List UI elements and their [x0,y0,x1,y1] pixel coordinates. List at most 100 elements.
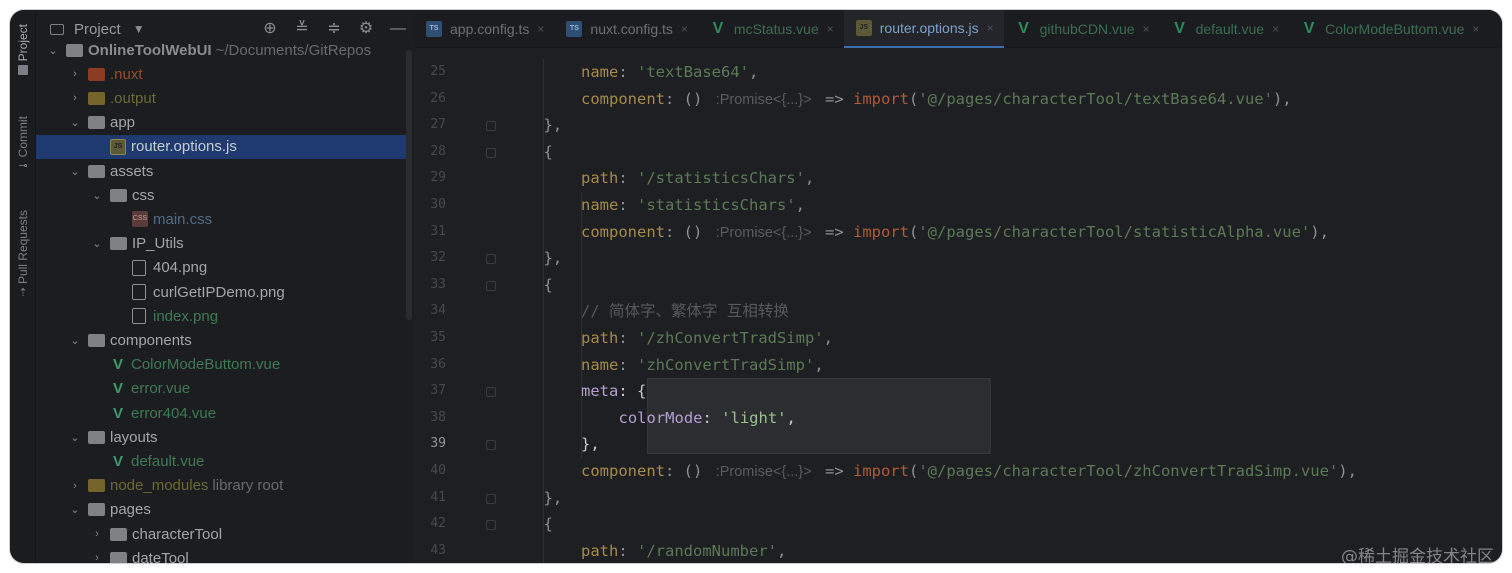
folder-icon [110,237,127,251]
editor-tab-label: mcStatus.vue [733,21,819,37]
code-token: { [543,142,553,161]
tool-tab-commit[interactable]: Commit ⊸ [13,116,33,172]
watermark: @稀土掘金技术社区 [1341,547,1494,563]
tree-item[interactable]: 404.png [36,256,408,280]
chevron-down-icon[interactable]: ▼ [133,22,145,36]
tree-item[interactable]: ⌄ IP_Utils [36,232,408,256]
tool-tab-pull-requests[interactable]: Pull Requests ⇡ [13,210,33,299]
tool-tab-project[interactable]: Project [13,24,33,76]
tree-item[interactable]: › .output [36,86,408,110]
close-icon[interactable]: × [827,22,834,36]
tree-item[interactable]: index.png [36,304,408,328]
tree-item-label: app [110,114,136,132]
close-icon[interactable]: × [987,21,994,35]
tree-item-label: css [132,186,155,204]
settings-icon[interactable]: ⚙ [356,20,376,38]
code-token: path [581,169,619,188]
tree-item[interactable]: › characterTool [36,522,408,546]
tree-item[interactable]: ⌄ pages [36,498,408,522]
tree-item[interactable]: ⌄ OnlineToolWebUI ~/Documents/GitRepos [36,38,408,62]
code-line: name: 'zhConvertTradSimp', [581,352,824,378]
code-token: 'light' [721,408,787,427]
chevron-down-icon[interactable]: ⌄ [68,503,82,516]
tree-item[interactable]: Verror.vue [36,377,408,401]
chevron-down-icon[interactable]: ⌄ [68,165,82,178]
code-line: { [544,272,553,298]
collapse-all-icon[interactable]: ≑ [324,20,344,38]
code-token: :Promise<{...}> [711,224,816,241]
chevron-right-icon[interactable]: › [68,68,82,80]
editor-tab[interactable]: Vdefault.vue × [1160,10,1290,48]
tree-item[interactable]: JS router.options.js [36,134,408,159]
chevron-down-icon[interactable]: ⌄ [68,116,82,129]
editor-tab[interactable]: VgithubCDN.vue × [1004,10,1160,48]
ts-file-icon: TS [426,21,442,37]
folder-icon [88,479,105,493]
tree-item[interactable]: CSS main.css [36,207,408,231]
project-folder-icon [50,23,64,35]
locate-icon[interactable]: ⊕ [260,20,280,38]
tree-scrollbar[interactable] [406,50,412,320]
chevron-down-icon[interactable]: ⌄ [68,431,82,444]
chevron-down-icon[interactable]: ⌄ [68,334,82,347]
code-token: }, [543,116,563,135]
code-line: name: 'statisticsChars', [581,192,805,218]
tree-item-label: error.vue [131,380,191,398]
fold-marker-icon[interactable] [486,254,496,265]
tree-item-label: index.png [153,307,219,325]
editor-tab[interactable]: JS router.options.js × [843,10,1004,48]
line-number: 39 [430,436,446,452]
chevron-right-icon[interactable]: › [68,92,82,104]
tree-item[interactable]: ⌄ assets [36,159,408,183]
code-token: 'zhConvertTradSimp' [637,355,815,374]
tree-item[interactable]: Verror404.vue [36,401,408,425]
close-icon[interactable]: × [1272,22,1279,36]
folder-icon [88,503,105,517]
fold-marker-icon[interactable] [486,280,496,291]
code-token: import [852,89,909,108]
code-token: '@/pages/characterTool/zhConvertTradSimp… [918,462,1339,480]
tree-item[interactable]: curlGetIPDemo.png [36,280,408,304]
chevron-down-icon[interactable]: ⌄ [90,189,104,202]
fold-marker-icon[interactable] [486,387,496,398]
chevron-right-icon[interactable]: › [90,528,104,540]
close-icon[interactable]: × [681,22,688,36]
tree-item-label: curlGetIPDemo.png [153,283,285,301]
tree-item[interactable]: ⌄ app [36,111,408,135]
editor-tab[interactable]: VmcStatus.vue × [698,10,844,48]
tree-item[interactable]: › .nuxt [36,62,408,86]
tree-item-label: .nuxt [110,65,143,83]
close-icon[interactable]: × [1472,22,1479,36]
tree-item[interactable]: › dateTool [36,546,408,563]
fold-marker-icon[interactable] [486,147,496,158]
code-token: // 简体字、繁体字 互相转换 [581,302,789,321]
code-token: => [815,89,853,108]
code-view[interactable]: name: 'textBase64', component: () :Promis… [506,48,1502,563]
tree-item[interactable]: › node_modules library root [36,474,408,498]
tree-item[interactable]: ⌄ layouts [36,425,408,449]
fold-marker-icon[interactable] [486,493,496,504]
tree-item[interactable]: Vdefault.vue [36,449,408,473]
close-icon[interactable]: × [1143,22,1150,36]
tree-item[interactable]: ⌄ css [36,183,408,207]
chevron-right-icon[interactable]: › [68,480,82,492]
tree-item[interactable]: ⌄ components [36,328,408,352]
editor-tab[interactable]: V ColorModeButtom.vue × [1289,10,1489,48]
tree-item[interactable]: V ColorModeButtom.vue [36,353,408,377]
fold-marker-icon[interactable] [486,440,496,451]
chevron-down-icon[interactable]: ⌄ [90,237,104,250]
code-token: , [814,355,824,374]
code-token: '/zhConvertTradSimp' [637,329,824,347]
fold-marker-icon[interactable] [486,121,496,132]
close-icon[interactable]: × [537,22,544,36]
code-token: component [581,89,665,108]
fold-marker-icon[interactable] [486,520,496,531]
editor-tab[interactable]: TS nuxt.config.ts × [554,10,698,48]
hide-icon[interactable]: — [388,20,408,38]
chevron-right-icon[interactable]: › [90,552,104,563]
editor-tab[interactable]: TS app.config.ts × [414,10,554,48]
chevron-down-icon[interactable]: ⌄ [46,44,60,57]
project-title[interactable]: Project [74,21,121,38]
tool-tab-label: Project [16,24,30,62]
expand-all-icon[interactable]: ≚ [292,20,312,38]
